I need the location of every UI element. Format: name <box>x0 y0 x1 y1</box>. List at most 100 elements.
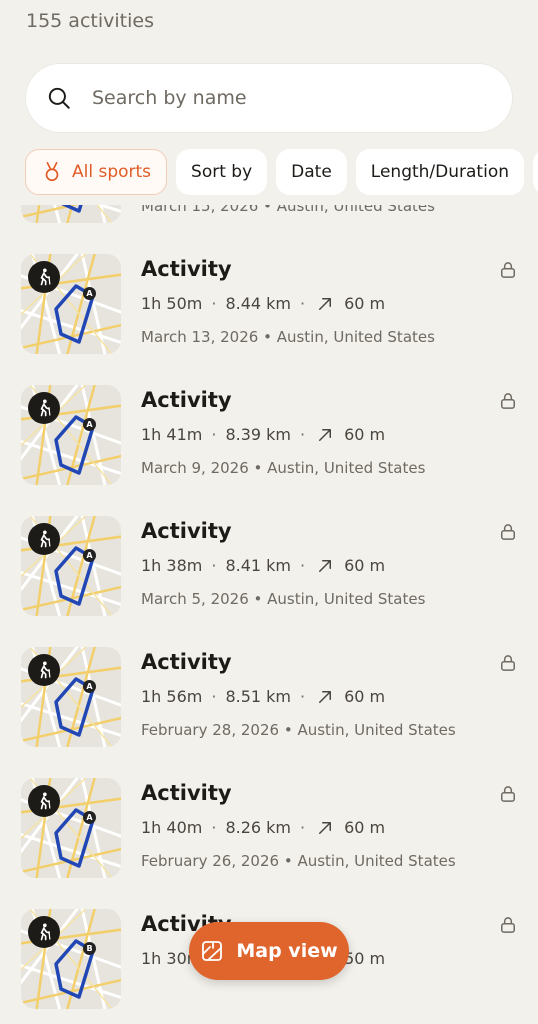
lock-icon <box>501 393 515 409</box>
route-marker: A <box>83 287 96 300</box>
activity-title: Activity <box>141 781 232 805</box>
activity-elevation: 50 m <box>344 949 386 968</box>
map-icon <box>202 941 223 961</box>
activity-title: Activity <box>141 257 232 281</box>
search-bar[interactable] <box>26 64 512 132</box>
activity-distance: 8.39 km <box>225 425 292 444</box>
activity-stats: 1h 38m · 8.41 km · 60 m <box>141 556 385 575</box>
activity-meta: March 9, 2026 • Austin, United States <box>141 459 425 477</box>
activity-meta: March 13, 2026 • Austin, United States <box>141 328 435 346</box>
activity-duration: 1h 40m <box>141 818 203 837</box>
separator: · <box>300 687 306 706</box>
activity-elevation: 60 m <box>344 294 386 313</box>
separator: · <box>300 425 306 444</box>
separator: • <box>248 459 268 477</box>
route-marker: A <box>83 549 96 562</box>
arrow-up-right-icon <box>319 559 332 572</box>
activity-date: March 13, 2026 <box>141 328 259 346</box>
chip-more[interactable]: E <box>533 149 538 195</box>
filter-chips: All sports Sort by Date Length/Duration … <box>25 149 538 195</box>
search-icon <box>48 87 70 109</box>
activity-date: February 28, 2026 <box>141 721 280 739</box>
route-map-thumbnail: B <box>21 909 121 1009</box>
route-marker: A <box>83 811 96 824</box>
arrow-up-right-icon <box>319 821 332 834</box>
activity-location: Austin, United States <box>297 852 456 870</box>
activity-count: 155 activities <box>26 10 154 32</box>
activity-elevation: 60 m <box>344 425 386 444</box>
chip-date[interactable]: Date <box>276 149 347 195</box>
activity-elevation: 60 m <box>344 687 386 706</box>
activity-location: Austin, United States <box>267 459 426 477</box>
route-map-thumbnail: A <box>21 205 121 223</box>
separator: · <box>211 556 217 575</box>
medal-icon <box>45 162 59 182</box>
activity-duration: 1h 56m <box>141 687 203 706</box>
hiking-icon <box>28 392 60 424</box>
activity-duration: 1h 38m <box>141 556 203 575</box>
activity-list-item[interactable]: A Activity 1h 41m · 8.39 km · 60 m March… <box>0 371 538 502</box>
activity-stats: 1h 40m · 8.26 km · 60 m <box>141 818 385 837</box>
map-view-label: Map view <box>236 940 338 962</box>
route-marker: A <box>83 418 96 431</box>
chip-label: Date <box>291 162 332 182</box>
separator: · <box>211 687 217 706</box>
separator: · <box>211 294 217 313</box>
activity-list-item[interactable]: A Activity 1h 40m · 8.26 km · 60 m Febru… <box>0 764 538 895</box>
activity-location: Austin, United States <box>297 721 456 739</box>
route-map-thumbnail: A <box>21 778 121 878</box>
activity-title: Activity <box>141 519 232 543</box>
chip-length-duration[interactable]: Length/Duration <box>355 149 524 195</box>
activity-meta: February 28, 2026 • Austin, United State… <box>141 721 456 739</box>
hiking-icon <box>28 916 60 948</box>
activity-date: February 26, 2026 <box>141 852 280 870</box>
hiking-icon <box>28 654 60 686</box>
lock-icon <box>501 655 515 671</box>
activity-title: Activity <box>141 388 232 412</box>
separator: • <box>258 328 277 346</box>
separator: · <box>211 425 217 444</box>
activity-distance: 8.41 km <box>225 556 292 575</box>
activity-list-item[interactable]: A Activity 1h 56m · 8.51 km · 60 m Febru… <box>0 633 538 764</box>
route-marker: B <box>83 942 96 955</box>
lock-icon <box>501 786 515 802</box>
separator: • <box>279 721 298 739</box>
activity-stats: 1h 56m · 8.51 km · 60 m <box>141 687 385 706</box>
chip-sort-by[interactable]: Sort by <box>176 149 268 195</box>
activity-list-item[interactable]: A Activity 1h 43m · 8.4 km · 50 m March … <box>0 205 538 240</box>
route-map-thumbnail: A <box>21 647 121 747</box>
route-map-thumbnail: A <box>21 516 121 616</box>
map-view-button[interactable]: Map view <box>189 922 349 980</box>
separator: • <box>248 590 268 608</box>
separator: • <box>279 852 298 870</box>
activity-list[interactable]: A Activity 1h 43m · 8.4 km · 50 m March … <box>0 205 538 1024</box>
activity-date: March 15, 2026 <box>141 205 259 215</box>
lock-icon <box>501 262 515 278</box>
route-marker: A <box>83 680 96 693</box>
arrow-up-right-icon <box>319 690 332 703</box>
activity-date: March 5, 2026 <box>141 590 249 608</box>
activity-location: Austin, United States <box>276 328 435 346</box>
lock-icon <box>501 524 515 540</box>
activity-list-item[interactable]: A Activity 1h 38m · 8.41 km · 60 m March… <box>0 502 538 633</box>
chip-label: Length/Duration <box>370 162 509 182</box>
arrow-up-right-icon <box>319 297 332 310</box>
separator: · <box>300 294 306 313</box>
separator: · <box>300 556 306 575</box>
search-input[interactable] <box>90 86 474 110</box>
activity-date: March 9, 2026 <box>141 459 249 477</box>
activity-meta: March 15, 2026 • Austin, United States <box>141 205 435 215</box>
activity-stats: 1h 50m · 8.44 km · 60 m <box>141 294 385 313</box>
chip-all-sports[interactable]: All sports <box>25 149 168 195</box>
map-graphic <box>21 205 121 223</box>
activity-distance: 8.51 km <box>225 687 292 706</box>
hiking-icon <box>28 523 60 555</box>
activity-location: Austin, United States <box>267 590 426 608</box>
activity-list-item[interactable]: A Activity 1h 50m · 8.44 km · 60 m March… <box>0 240 538 371</box>
route-map-thumbnail: A <box>21 254 121 354</box>
activity-distance: 8.44 km <box>225 294 292 313</box>
activity-elevation: 60 m <box>344 556 386 575</box>
separator: · <box>211 818 217 837</box>
chip-label: All sports <box>72 162 152 182</box>
hiking-icon <box>28 261 60 293</box>
